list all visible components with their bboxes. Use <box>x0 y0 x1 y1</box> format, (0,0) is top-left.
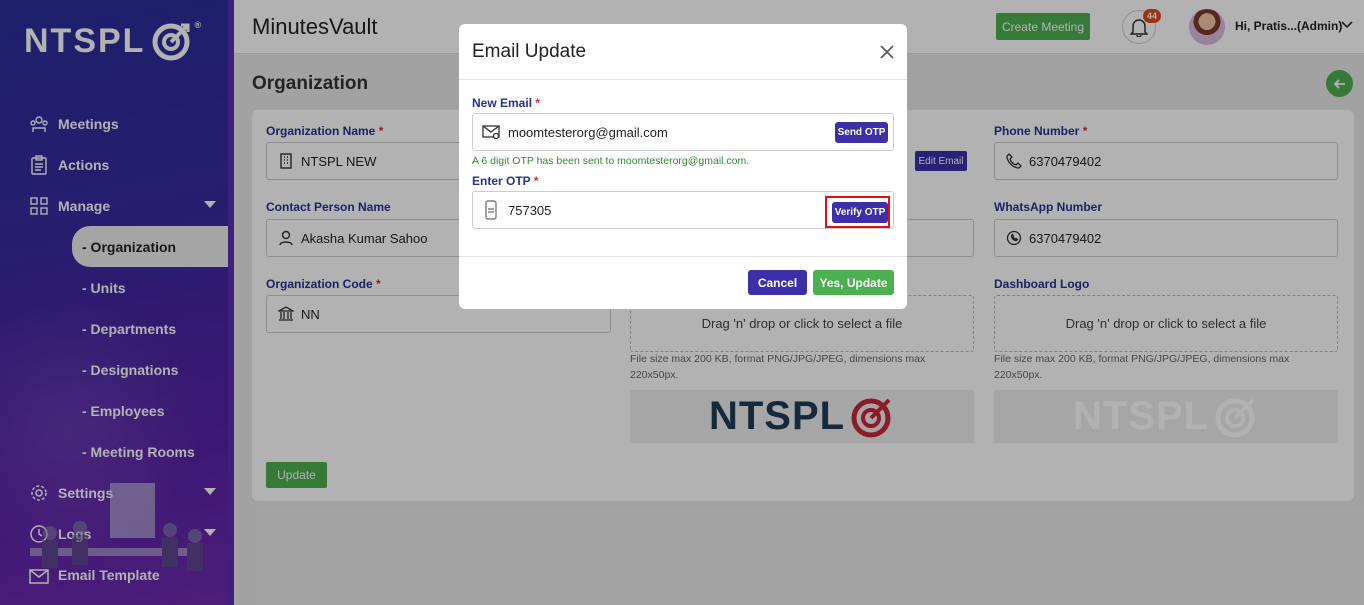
mail-icon <box>481 122 501 142</box>
new-email-value: moomtesterorg@gmail.com <box>508 124 668 140</box>
send-otp-button[interactable]: Send OTP <box>835 122 888 143</box>
verify-otp-button[interactable]: Verify OTP <box>832 202 888 223</box>
email-update-modal: Email Update New Email * moomtesterorg@g… <box>459 24 907 309</box>
new-email-label: New Email * <box>472 96 541 110</box>
mobile-otp-icon <box>481 200 501 220</box>
close-icon[interactable] <box>877 42 897 62</box>
modal-footer-divider <box>459 256 907 257</box>
modal-title: Email Update <box>472 41 587 62</box>
otp-label: Enter OTP * <box>472 174 539 188</box>
otp-value: 757305 <box>508 202 552 218</box>
modal-header-divider <box>459 79 907 80</box>
new-email-field[interactable]: moomtesterorg@gmail.com <box>472 113 894 151</box>
otp-sent-message: A 6 digit OTP has been sent to moomteste… <box>472 155 750 167</box>
confirm-update-button[interactable]: Yes, Update <box>813 270 894 295</box>
cancel-button[interactable]: Cancel <box>748 270 807 295</box>
